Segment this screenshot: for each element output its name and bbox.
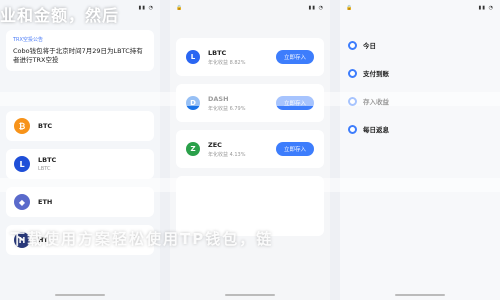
coin-symbol: LBTC [38, 156, 57, 164]
timeline-dot-icon [348, 125, 357, 134]
coin-subtitle: LBTC [38, 166, 51, 172]
coin-text: LBTC LBTC [38, 156, 56, 172]
timeline-step: 今日 [348, 40, 492, 50]
coin-symbol: LBTC [208, 48, 227, 57]
timeline-step: 支付到账 [348, 68, 492, 78]
bitcoin-icon: ₿ [14, 118, 30, 134]
zec-icon: Z [186, 142, 200, 156]
lbtc-icon: L [186, 50, 200, 64]
deposit-button[interactable]: 立即存入 [275, 50, 314, 64]
timeline-text: 今日 [363, 40, 376, 50]
ethereum-icon: ◆ [14, 194, 30, 210]
news-tag: TRX空投公告 [13, 37, 43, 43]
timeline-label: 每日返息 [363, 126, 389, 134]
deposit-row-zec[interactable]: Z ZEC 年化收益 4.13% 立即存入 [176, 130, 324, 168]
coin-symbol: BTC [38, 122, 53, 130]
home-indicator [225, 294, 275, 296]
timeline-label: 支付到账 [363, 70, 389, 78]
lbtc-icon: L [14, 156, 30, 172]
news-text: Cobo钱包将于北京时间7月29日为LBTC持有者进行TRX空投 [13, 47, 143, 64]
overlay-title: 业和金额，然后 [0, 6, 120, 25]
lock-icon: 🔒 [176, 5, 184, 11]
lock-icon: 🔒 [346, 5, 354, 11]
yield-text: 年化收益 4.13% [208, 151, 246, 158]
coin-symbol: ZEC [208, 140, 222, 149]
overlay-bottom-text: 下载使用方案轻松使用TP钱包，链 [10, 230, 274, 248]
deposit-button[interactable]: 立即存入 [275, 142, 314, 156]
coin-row-btc[interactable]: ₿ BTC [6, 111, 154, 141]
blur-band [0, 178, 500, 192]
home-indicator [55, 294, 105, 296]
timeline-step: 每日返息 [348, 124, 492, 134]
coin-text: LBTC 年化收益 8.82% [208, 49, 245, 66]
status-bar: 🔒 ▮▮ ◔ [170, 0, 330, 16]
status-bar: 🔒 ▮▮ ◔ [340, 0, 500, 16]
timeline-dot-icon [348, 41, 357, 50]
coin-symbol: ETH [38, 198, 53, 206]
coin-text: ZEC 年化收益 4.13% [208, 141, 245, 158]
yield-text: 年化收益 8.82% [208, 59, 246, 66]
timeline: 今日支付到账存入收益每日返息 [340, 40, 500, 134]
home-indicator [395, 294, 445, 296]
timeline-dot-icon [348, 69, 357, 78]
news-card[interactable]: TRX空投公告 Cobo钱包将于北京时间7月29日为LBTC持有者进行TRX空投 [6, 30, 154, 71]
timeline-text: 每日返息 [363, 124, 389, 134]
deposit-row-lbtc[interactable]: L LBTC 年化收益 8.82% 立即存入 [176, 38, 324, 76]
blur-band [0, 92, 500, 106]
timeline-text: 支付到账 [363, 68, 389, 78]
timeline-label: 今日 [363, 42, 376, 50]
signal-icons: ▮▮ ◔ [138, 5, 154, 11]
screenshot-collage: ▮▮ ◔ TRX空投公告 Cobo钱包将于北京时间7月29日为LBTC持有者进行… [0, 0, 500, 300]
panel-wallet-home: ▮▮ ◔ TRX空投公告 Cobo钱包将于北京时间7月29日为LBTC持有者进行… [0, 0, 160, 300]
panel-deposit-list: 🔒▮▮ ◔ LLBTC年化收益 8.82%立即存入DDASH年化收益 6.79%… [170, 0, 330, 300]
signal-icons: ▮▮ ◔ [308, 5, 324, 11]
signal-icons: ▮▮ ◔ [478, 5, 494, 11]
panel-timeline: 🔒▮▮ ◔ 今日支付到账存入收益每日返息 [340, 0, 500, 300]
coin-row-lbtc[interactable]: L LBTC LBTC [6, 149, 154, 179]
